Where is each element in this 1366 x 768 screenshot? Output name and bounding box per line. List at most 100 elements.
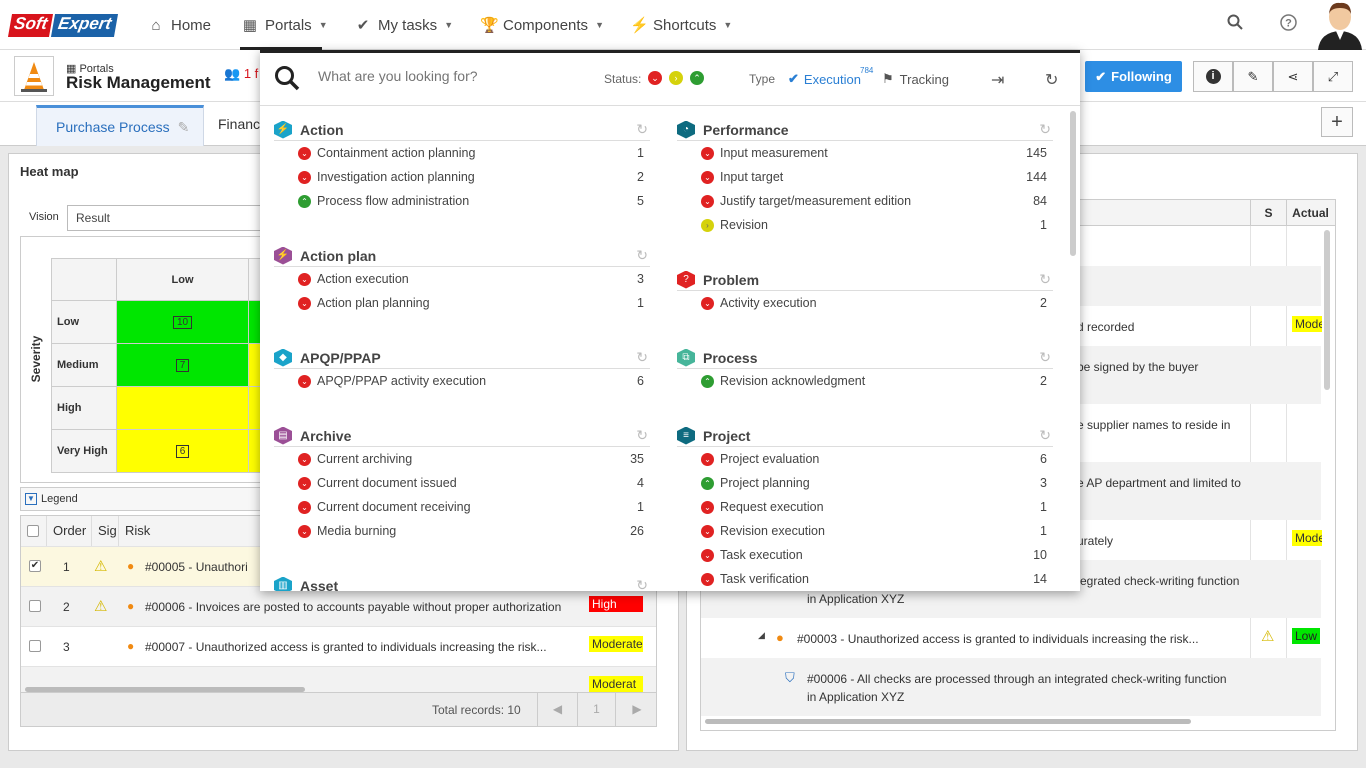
row-checkbox[interactable] xyxy=(29,600,41,612)
row-label-very-high: Very High xyxy=(51,429,117,473)
task-item[interactable]: ⌄ Justify target/measurement edition 84 xyxy=(677,189,1053,213)
table-row[interactable]: 2 ⚠ ● #00006 - Invoices are posted to ac… xyxy=(21,586,656,626)
share-button[interactable]: ⋖ xyxy=(1273,61,1313,92)
task-item[interactable]: ⌄ Media burning 26 xyxy=(274,519,650,543)
status-filter-late[interactable]: ⌄ xyxy=(648,71,662,85)
column-s[interactable]: S xyxy=(1250,200,1286,226)
corner-cell xyxy=(51,258,117,301)
task-item[interactable]: ⌄ Current document receiving 1 xyxy=(274,495,650,519)
task-item[interactable]: ⌄ Investigation action planning 2 xyxy=(274,165,650,189)
execution-filter[interactable]: ✔ Execution xyxy=(788,71,861,87)
column-actual[interactable]: Actual xyxy=(1286,200,1334,226)
task-item[interactable]: ⌄ Project evaluation 6 xyxy=(677,447,1053,471)
refresh-icon[interactable]: ↻ xyxy=(636,121,648,138)
task-search-input[interactable] xyxy=(318,68,588,84)
risk-name[interactable]: #00005 - Unauthori xyxy=(145,560,248,574)
task-item[interactable]: ⌄ Containment action planning 1 xyxy=(274,141,650,165)
refresh-icon[interactable]: ↻ xyxy=(1039,427,1051,444)
task-item[interactable]: ⌄ Action plan planning 1 xyxy=(274,291,650,315)
risk-name[interactable]: #00006 - Invoices are posted to accounts… xyxy=(145,600,561,614)
nav-portals[interactable]: ▦ Portals ▼ xyxy=(242,15,328,35)
select-all-header[interactable] xyxy=(21,516,47,546)
refresh-icon[interactable]: ↻ xyxy=(1039,121,1051,138)
vertical-scrollbar[interactable] xyxy=(1324,230,1330,390)
refresh-icon[interactable]: ↻ xyxy=(636,349,648,366)
search-icon[interactable] xyxy=(1227,14,1243,35)
edit-button[interactable]: ✎ xyxy=(1233,61,1273,92)
nav-my-tasks[interactable]: ✔ My tasks ▼ xyxy=(355,15,453,35)
task-item[interactable]: ⌄ Activity execution 2 xyxy=(677,291,1053,315)
task-item[interactable]: ⌃ Revision acknowledgment 2 xyxy=(677,369,1053,393)
delegate-icon[interactable]: ⇥ xyxy=(991,70,1004,90)
tree-item-text[interactable]: urately xyxy=(1077,534,1366,548)
task-item[interactable]: › Revision 1 xyxy=(677,213,1053,237)
heat-cell[interactable] xyxy=(116,386,249,430)
task-item[interactable]: ⌄ Action execution 3 xyxy=(274,267,650,291)
pencil-icon[interactable]: ✎ xyxy=(178,119,190,136)
task-item[interactable]: ⌄ APQP/PPAP activity execution 6 xyxy=(274,369,650,393)
row-checkbox[interactable] xyxy=(29,640,41,652)
nav-home[interactable]: ⌂ Home xyxy=(148,15,211,35)
tree-item-text[interactable]: #00006 - All checks are processed throug… xyxy=(807,672,1366,686)
refresh-icon[interactable]: ↻ xyxy=(636,577,648,591)
heat-cell[interactable]: 10 xyxy=(116,300,249,344)
category-title: Project xyxy=(703,427,751,444)
tree-item-text[interactable]: in Application XYZ xyxy=(807,592,1366,606)
softexpert-logo[interactable]: Soft Expert xyxy=(7,14,118,37)
vertical-scrollbar[interactable] xyxy=(1070,111,1076,256)
vision-select[interactable]: Result xyxy=(67,205,267,231)
page-number[interactable]: 1 xyxy=(577,693,615,726)
status-filter-on-time[interactable]: ⌃ xyxy=(690,71,704,85)
tree-item-text[interactable]: e AP department and limited to xyxy=(1077,476,1366,490)
help-icon[interactable]: ? xyxy=(1280,14,1297,36)
table-row[interactable] xyxy=(701,658,1321,716)
fullscreen-button[interactable]: ⤢ xyxy=(1313,61,1353,92)
tree-item-text[interactable]: egrated check-writing function xyxy=(1080,574,1366,588)
collapse-icon[interactable]: ◢ xyxy=(758,630,765,641)
axis-label: Severity xyxy=(29,335,43,383)
task-item[interactable]: ⌄ Request execution 1 xyxy=(677,495,1053,519)
tree-item-text[interactable]: #00003 - Unauthorized access is granted … xyxy=(797,632,1366,646)
column-sig[interactable]: Sig xyxy=(92,516,119,546)
horizontal-scrollbar[interactable] xyxy=(705,719,1191,724)
task-item[interactable]: ⌃ Project planning 3 xyxy=(677,471,1053,495)
tracking-filter[interactable]: ⚑ Tracking xyxy=(882,71,949,87)
risk-name[interactable]: #00007 - Unauthorized access is granted … xyxy=(145,640,547,654)
task-item[interactable]: ⌄ Input measurement 145 xyxy=(677,141,1053,165)
user-avatar[interactable] xyxy=(1316,0,1364,50)
select-all-checkbox[interactable] xyxy=(27,525,39,537)
task-item[interactable]: ⌄ Task execution 10 xyxy=(677,543,1053,567)
tab-financial[interactable]: Financi xyxy=(218,116,263,132)
column-order[interactable]: Order xyxy=(47,516,92,546)
following-button[interactable]: ✔ Following xyxy=(1085,61,1182,92)
refresh-icon[interactable]: ↻ xyxy=(636,427,648,444)
heat-cell[interactable]: 6 xyxy=(116,429,249,473)
refresh-icon[interactable]: ↻ xyxy=(636,247,648,264)
legend-toggle[interactable]: ▼ Legend xyxy=(20,487,270,511)
tree-item-text[interactable]: d recorded xyxy=(1077,320,1366,334)
tree-item-text[interactable]: be signed by the buyer xyxy=(1077,360,1366,374)
info-button[interactable]: i xyxy=(1193,61,1233,92)
refresh-icon[interactable]: ↻ xyxy=(1039,271,1051,288)
nav-shortcuts[interactable]: ⚡ Shortcuts ▼ xyxy=(630,15,732,35)
prev-page-button[interactable]: ◀ xyxy=(537,693,577,726)
task-item[interactable]: ⌄ Revision execution 1 xyxy=(677,519,1053,543)
task-item[interactable]: ⌄ Current document issued 4 xyxy=(274,471,650,495)
refresh-icon[interactable]: ↻ xyxy=(1039,349,1051,366)
nav-components[interactable]: 🏆 Components ▼ xyxy=(480,15,604,35)
add-tab-button[interactable]: + xyxy=(1321,107,1353,137)
refresh-icon[interactable]: ↻ xyxy=(1045,70,1058,90)
next-page-button[interactable]: ▶ xyxy=(615,693,656,726)
task-item[interactable]: ⌄ Input target 144 xyxy=(677,165,1053,189)
status-filter-due[interactable]: › xyxy=(669,71,683,85)
task-item[interactable]: ⌄ Current archiving 35 xyxy=(274,447,650,471)
task-item[interactable]: ⌄ Task verification 14 xyxy=(677,567,1053,591)
task-item[interactable]: ⌃ Process flow administration 5 xyxy=(274,189,650,213)
tab-purchase-process[interactable]: Purchase Process ✎ xyxy=(36,105,204,146)
heat-cell[interactable]: 7 xyxy=(116,343,249,387)
tree-item-text[interactable]: in Application XYZ xyxy=(807,690,1366,704)
tree-item-text[interactable]: e supplier names to reside in xyxy=(1077,418,1366,432)
row-checkbox[interactable]: ✔ xyxy=(29,560,41,572)
table-row[interactable]: 3 ● #00007 - Unauthorized access is gran… xyxy=(21,626,656,666)
followers-count[interactable]: 👥 1 f xyxy=(224,66,258,82)
